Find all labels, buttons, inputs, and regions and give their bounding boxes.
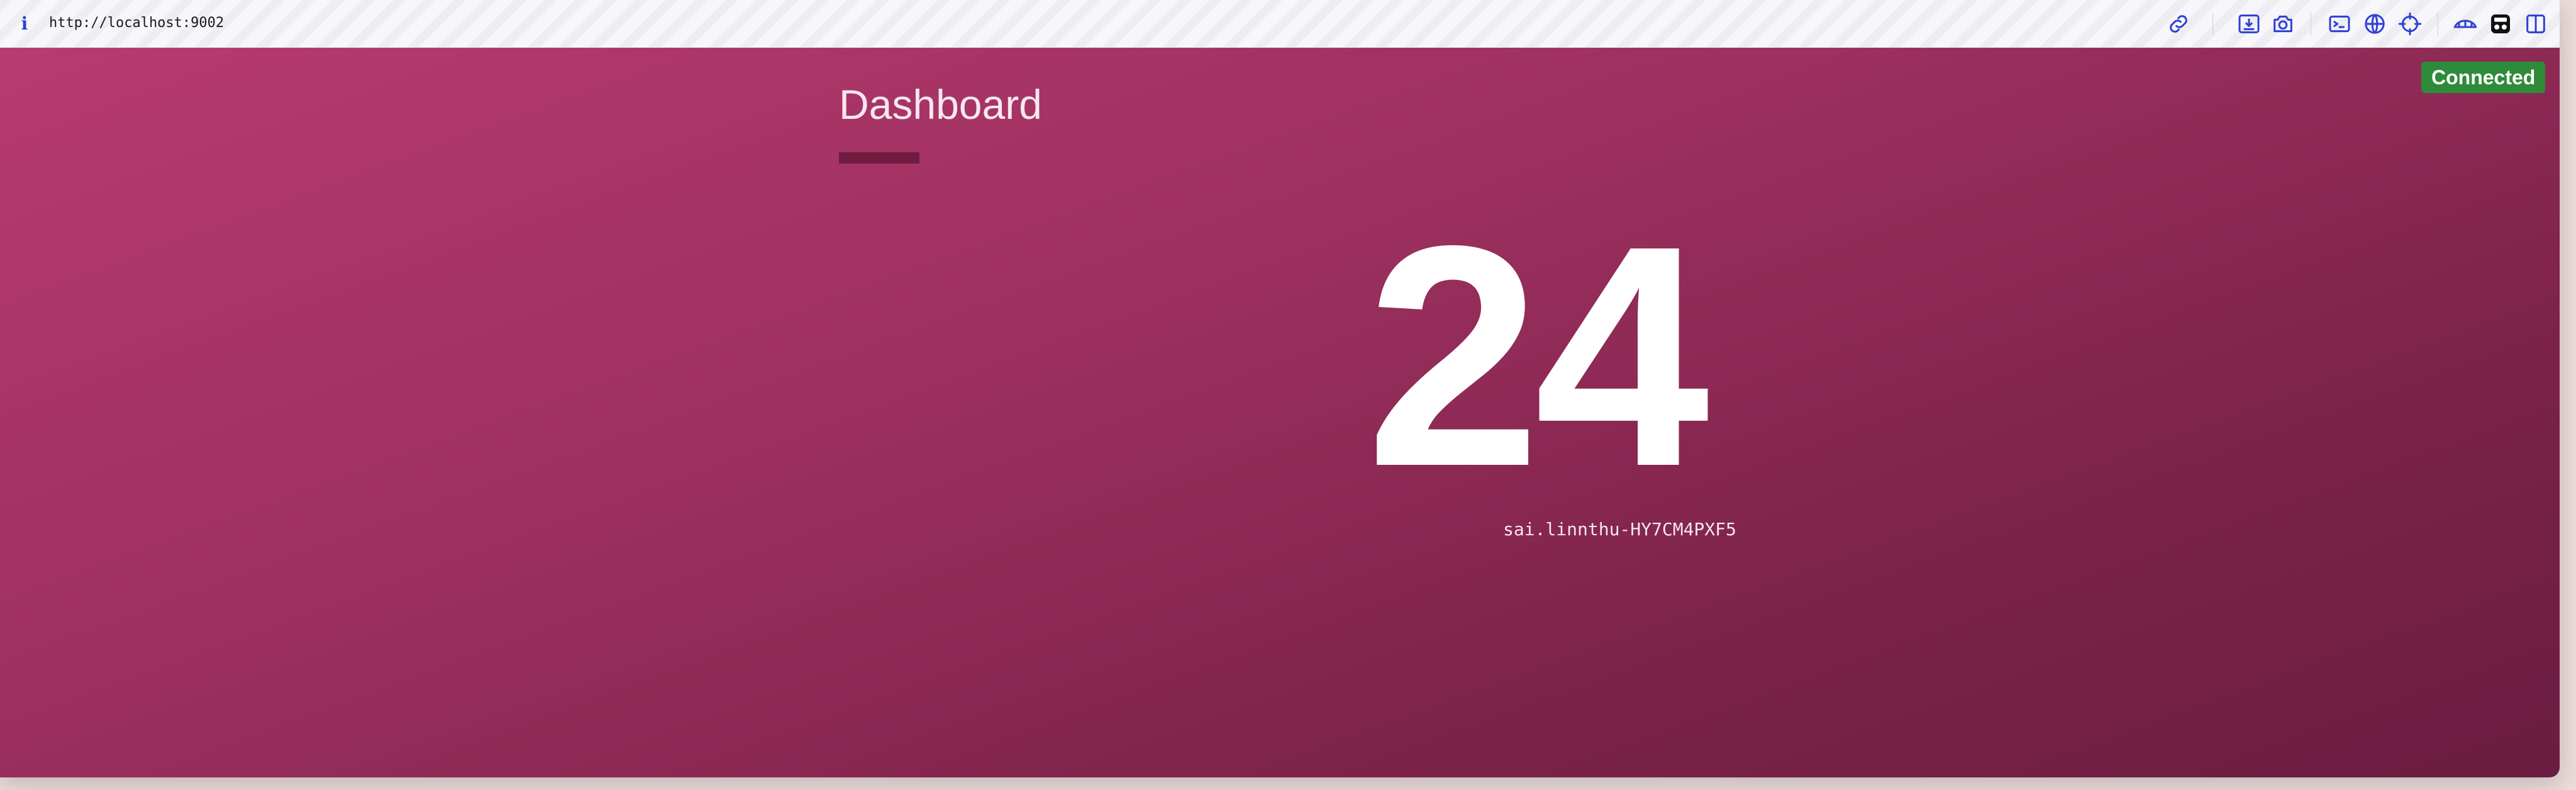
browser-window: ⅰ http://localhost:9002 Dashboard 24 sai…: [0, 0, 2560, 777]
status-badge: Connected: [2421, 62, 2546, 93]
link-icon[interactable]: [2166, 11, 2191, 36]
incognito-icon[interactable]: [2488, 11, 2513, 36]
dashboard-content: Dashboard 24 sai.linnthu-HY7CM4PXF5 Conn…: [0, 48, 2560, 777]
split-panel-icon[interactable]: [2523, 11, 2548, 36]
dashboard-value: 24: [1365, 180, 1709, 531]
browser-toolbar: ⅰ http://localhost:9002: [0, 0, 2560, 48]
page-title: Dashboard: [839, 81, 1042, 128]
user-id: sai.linnthu-HY7CM4PXF5: [1503, 519, 1736, 540]
save-icon[interactable]: [2236, 11, 2262, 36]
globe-icon[interactable]: [2362, 11, 2387, 36]
bridge-icon[interactable]: [2453, 11, 2478, 36]
crosshair-icon[interactable]: [2397, 11, 2423, 36]
camera-icon[interactable]: [2270, 11, 2296, 36]
toolbar-separator: [2212, 13, 2213, 35]
info-icon[interactable]: ⅰ: [18, 13, 31, 35]
terminal-icon[interactable]: [2327, 11, 2352, 36]
url-bar[interactable]: http://localhost:9002: [49, 14, 224, 33]
title-underline: [839, 152, 919, 164]
